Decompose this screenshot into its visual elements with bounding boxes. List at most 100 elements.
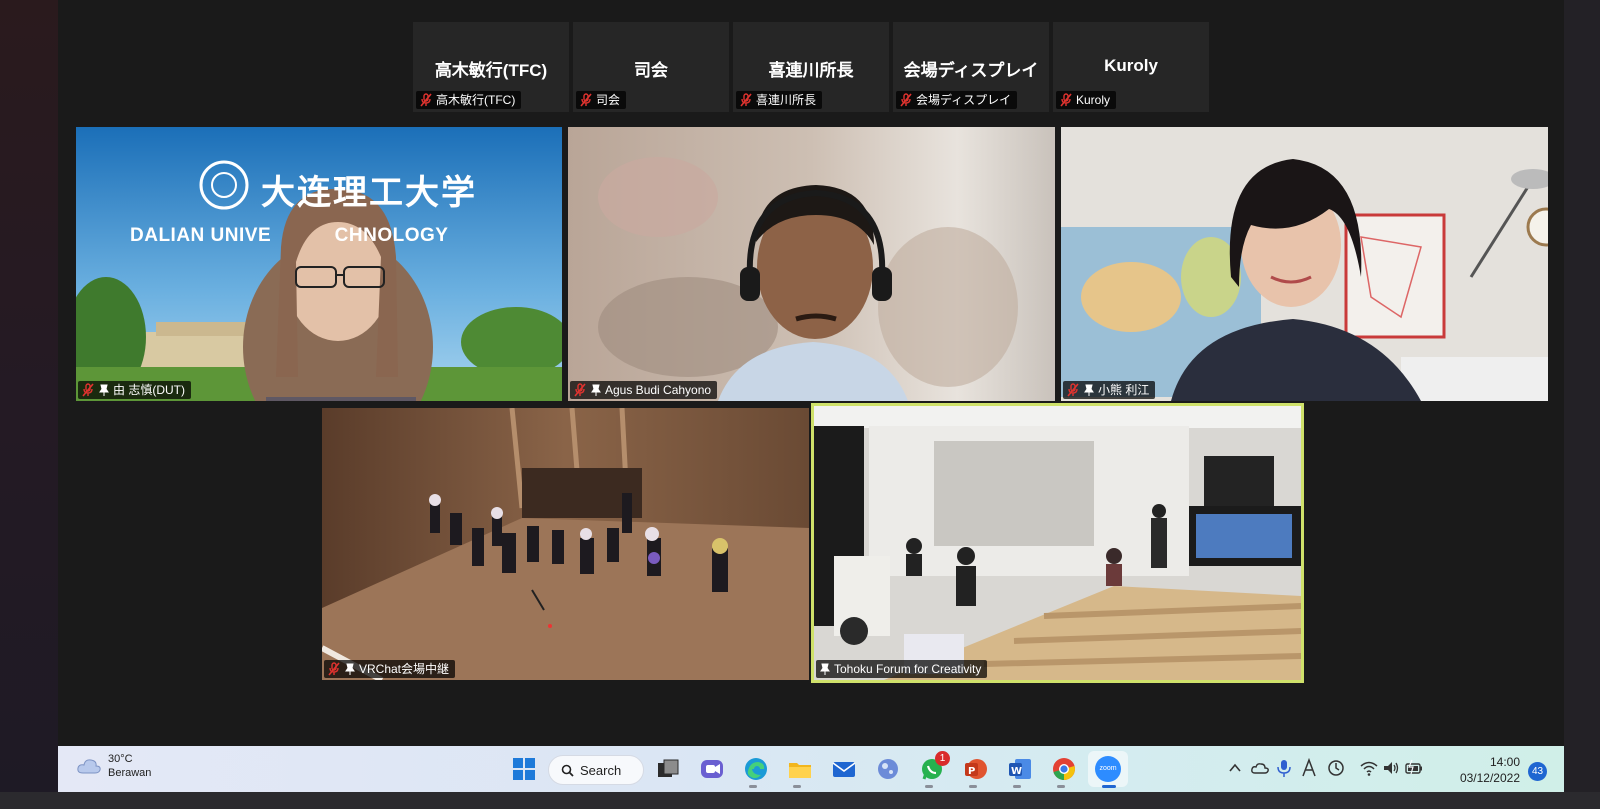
word-icon[interactable]: W: [1006, 755, 1034, 783]
mail-icon[interactable]: [830, 755, 858, 783]
participant-tile-venue-display[interactable]: 会場ディスプレイ 会場ディスプレイ: [893, 22, 1049, 112]
desktop-right-edge: [1564, 0, 1600, 809]
focus-clock-icon[interactable]: [1326, 758, 1346, 778]
weather-condition: Berawan: [108, 767, 152, 779]
participant-name: 喜連川所長: [768, 61, 854, 80]
svg-text:P: P: [968, 766, 975, 777]
participant-tag: 会場ディスプレイ: [896, 91, 1018, 109]
video-feed: [1061, 127, 1548, 401]
banner-chinese: 大连理工大学: [261, 173, 477, 213]
chevron-up-icon[interactable]: [1228, 758, 1242, 778]
muted-mic-icon: [900, 93, 912, 107]
participant-tag-label: VRChat会場中継: [359, 662, 450, 676]
task-view-icon[interactable]: [654, 755, 682, 783]
participant-tile-host[interactable]: 司会 司会: [573, 22, 729, 112]
clock-time: 14:00: [1489, 755, 1520, 769]
running-indicator: [1057, 785, 1065, 788]
video-tile-dut[interactable]: 大连理工大学 DALIAN UNIVE CHNOLOGY 由 志慎(DUT): [76, 127, 562, 401]
muted-mic-icon: [328, 662, 340, 676]
participant-tag-label: Agus Budi Cahyono: [605, 383, 712, 397]
muted-mic-icon: [580, 93, 592, 107]
cloud-icon: [77, 759, 101, 774]
participant-tag: 喜連川所長: [736, 91, 823, 109]
participant-name: Kuroly: [1104, 56, 1158, 75]
video-feed: [322, 408, 809, 680]
wifi-icon[interactable]: [1360, 758, 1378, 778]
video-tile-vrchat[interactable]: VRChat会場中継: [322, 408, 809, 680]
participant-tag: 由 志慎(DUT): [78, 381, 191, 399]
app-globe-icon[interactable]: [874, 755, 902, 783]
muted-mic-icon: [740, 93, 752, 107]
onedrive-cloud-icon[interactable]: [1250, 758, 1270, 778]
running-indicator: [749, 785, 757, 788]
video-feed: [568, 127, 1055, 401]
active-app-indicator: [1102, 785, 1116, 788]
running-indicator: [793, 785, 801, 788]
desktop-left-edge: [0, 0, 58, 809]
taskbar-search-button[interactable]: Search: [548, 755, 644, 785]
weather-temperature: 30°C: [108, 753, 133, 765]
participant-tag: 司会: [576, 91, 627, 109]
speaker-volume-icon[interactable]: [1382, 758, 1400, 778]
chrome-icon[interactable]: [1050, 755, 1078, 783]
system-clock[interactable]: 14:00 03/12/2022: [1460, 754, 1520, 786]
banner-english: DALIAN UNIVE CHNOLOGY: [130, 225, 449, 246]
running-indicator: [1013, 785, 1021, 788]
participant-tag-label: 喜連川所長: [756, 93, 817, 107]
participant-tag-label: Kuroly: [1076, 93, 1111, 107]
muted-mic-icon: [1067, 383, 1079, 397]
participant-tag-label: 司会: [596, 93, 621, 107]
zoom-app-button[interactable]: zoom: [1088, 751, 1128, 787]
participant-tile-kuroly[interactable]: Kuroly Kuroly: [1053, 22, 1209, 112]
participant-tag: Kuroly: [1056, 91, 1117, 109]
participant-tag-label: 由 志慎(DUT): [113, 383, 185, 397]
participant-tag: Tohoku Forum for Creativity: [816, 660, 988, 678]
participant-tag-label: Tohoku Forum for Creativity: [834, 662, 982, 676]
pin-icon: [1084, 384, 1094, 396]
svg-text:W: W: [1011, 766, 1022, 777]
muted-mic-icon: [420, 93, 432, 107]
participant-name: 司会: [634, 61, 668, 80]
muted-mic-icon: [1060, 93, 1072, 107]
participant-tag: 高木敏行(TFC): [416, 91, 522, 109]
participant-tag: VRChat会場中継: [324, 660, 456, 678]
video-tile-koguma[interactable]: 小熊 利江: [1061, 127, 1548, 401]
muted-mic-icon: [82, 383, 94, 397]
muted-mic-icon: [574, 383, 586, 397]
running-indicator: [969, 785, 977, 788]
battery-charging-icon[interactable]: [1404, 758, 1424, 778]
pin-icon: [345, 663, 355, 675]
weather-widget[interactable]: 30°C Berawan: [76, 752, 151, 780]
participant-tag: Agus Budi Cahyono: [570, 381, 718, 399]
participant-name: 会場ディスプレイ: [903, 61, 1039, 80]
microphone-icon[interactable]: [1276, 758, 1292, 778]
running-indicator: [925, 785, 933, 788]
participant-tag: 小熊 利江: [1063, 381, 1156, 399]
teams-chat-icon[interactable]: [698, 755, 726, 783]
video-tile-agus[interactable]: Agus Budi Cahyono: [568, 127, 1055, 401]
video-tile-tohoku-forum[interactable]: Tohoku Forum for Creativity: [814, 406, 1301, 680]
zoom-icon: zoom: [1095, 756, 1121, 782]
notification-count-badge[interactable]: 43: [1528, 762, 1547, 781]
participant-tile-takagi[interactable]: 高木敏行(TFC) 高木敏行(TFC): [413, 22, 569, 112]
edge-browser-icon[interactable]: [742, 755, 770, 783]
participant-tag-label: 高木敏行(TFC): [436, 93, 516, 107]
search-label: Search: [580, 762, 622, 778]
desktop-bottom-edge: [0, 792, 1600, 809]
pin-icon: [591, 384, 601, 396]
participant-tag-label: 会場ディスプレイ: [916, 93, 1012, 107]
zoom-icon-label: zoom: [1099, 765, 1117, 772]
pin-icon: [820, 663, 830, 675]
participant-tile-kitsuregawa[interactable]: 喜連川所長 喜連川所長: [733, 22, 889, 112]
participant-tag-label: 小熊 利江: [1098, 383, 1150, 397]
pin-icon: [99, 384, 109, 396]
windows-start-icon[interactable]: [510, 755, 538, 783]
video-feed: [814, 406, 1301, 680]
search-icon: [561, 764, 574, 777]
file-explorer-icon[interactable]: [786, 755, 814, 783]
whatsapp-unread-badge: 1: [935, 751, 950, 766]
powerpoint-icon[interactable]: P: [962, 755, 990, 783]
taskbar: 30°C Berawan Search 1 P W zoom 14:00 03/…: [58, 746, 1564, 792]
input-language-icon[interactable]: [1300, 758, 1318, 778]
clock-date: 03/12/2022: [1459, 771, 1520, 785]
